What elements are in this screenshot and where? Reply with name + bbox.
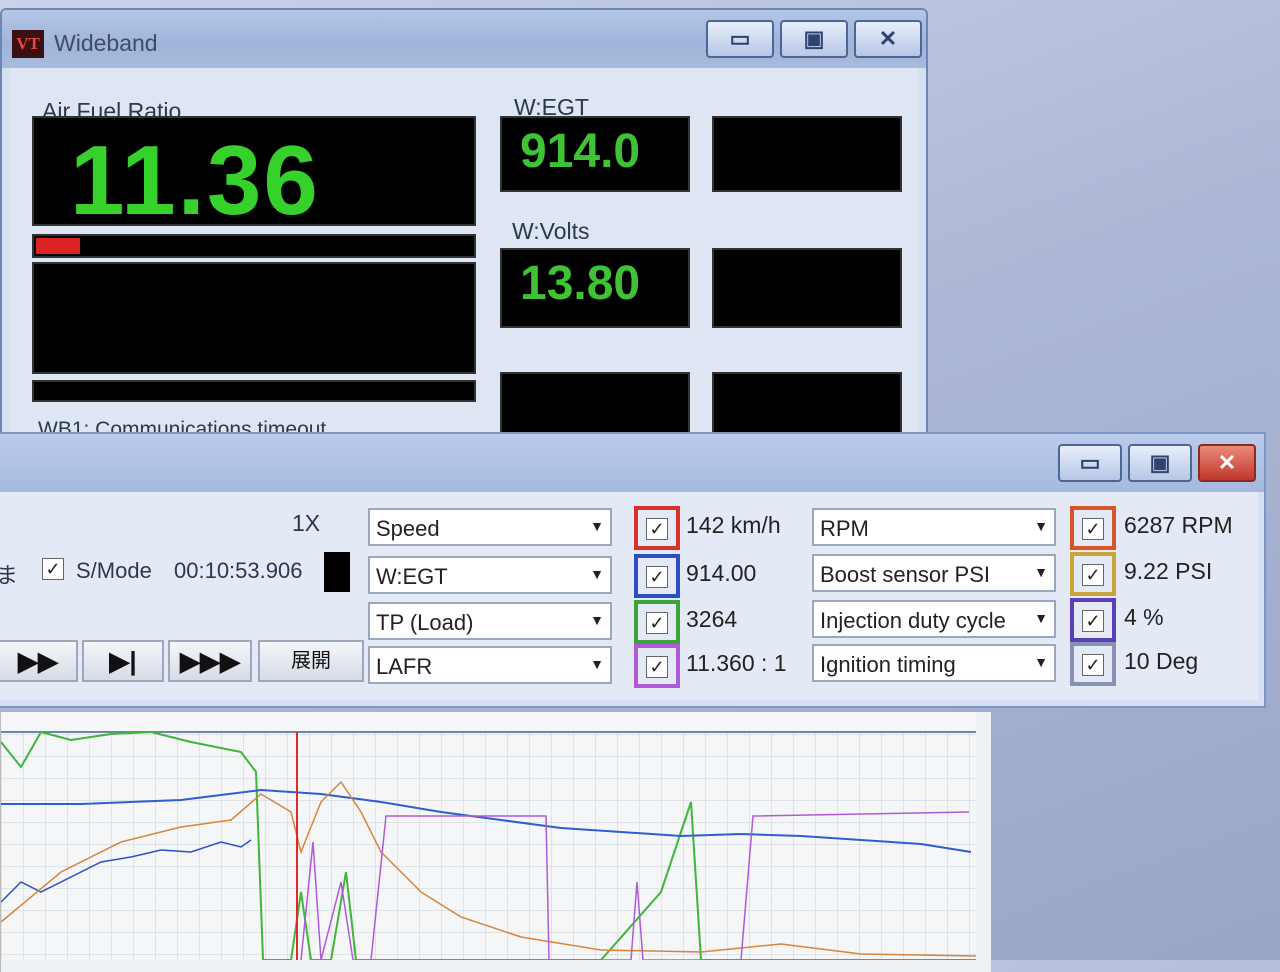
- channel-checkbox[interactable]: ✓: [1082, 654, 1104, 676]
- close-button[interactable]: ✕: [854, 20, 922, 58]
- log-graph[interactable]: [0, 712, 991, 961]
- fast-forward-button[interactable]: ▶▶: [0, 640, 78, 682]
- channel-checkbox[interactable]: ✓: [646, 566, 668, 588]
- wideband-body: Air Fuel Ratio 11.36 WB1: Communications…: [10, 68, 918, 446]
- channel-color-injection: ✓: [1070, 598, 1116, 642]
- channel-checkbox[interactable]: ✓: [1082, 610, 1104, 632]
- channel-value-tp: 3264: [686, 606, 738, 632]
- volts-gauge: 13.80: [500, 248, 690, 328]
- window-title: Wideband: [54, 30, 158, 56]
- afr-value: 11.36: [70, 125, 320, 235]
- dropdown-arrow-icon: ▼: [590, 518, 604, 534]
- channel-value-ignition: 10 Deg: [1124, 648, 1199, 674]
- elapsed-time: 00:10:53.906: [174, 558, 303, 583]
- maximize-button[interactable]: ▣: [1128, 444, 1192, 482]
- minimize-button[interactable]: ▭: [1058, 444, 1122, 482]
- afr-graph-panel: [32, 262, 476, 374]
- channel-select-lafr[interactable]: LAFR ▼: [368, 646, 612, 684]
- egt-gauge: 914.0: [500, 116, 690, 192]
- channel-select-rpm[interactable]: RPM ▼: [812, 508, 1056, 546]
- select-value: TP (Load): [376, 610, 474, 635]
- channel-color-boost: ✓: [1070, 552, 1116, 596]
- channel-value-rpm: 6287 RPM: [1124, 512, 1233, 538]
- afr-strip-panel: [32, 380, 476, 402]
- smode-checkbox[interactable]: ✓: [42, 558, 64, 580]
- channel-color-lafr: ✓: [634, 644, 680, 688]
- channel-checkbox[interactable]: ✓: [646, 518, 668, 540]
- dropdown-arrow-icon: ▼: [1034, 654, 1048, 670]
- playback-speed: 1X: [292, 510, 321, 536]
- smode-label: S/Mode: [76, 558, 152, 583]
- afr-bar: [32, 234, 476, 258]
- channel-select-injection[interactable]: Injection duty cycle ▼: [812, 600, 1056, 638]
- log-graph-panel[interactable]: [0, 712, 991, 972]
- dropdown-arrow-icon: ▼: [1034, 564, 1048, 580]
- wideband-window: VT Wideband ▭ ▣ ✕ Air Fuel Ratio 11.36 W…: [0, 8, 928, 448]
- volts-value: 13.80: [520, 257, 641, 310]
- time-indicator: [324, 552, 350, 592]
- channel-checkbox[interactable]: ✓: [1082, 564, 1104, 586]
- channel-value-boost: 9.22 PSI: [1124, 558, 1213, 584]
- channel-color-egt: ✓: [634, 554, 680, 598]
- step-forward-button[interactable]: ▶|: [82, 640, 164, 682]
- dropdown-arrow-icon: ▼: [590, 612, 604, 628]
- channel-select-ignition[interactable]: Ignition timing ▼: [812, 644, 1056, 682]
- maximize-button[interactable]: ▣: [780, 20, 848, 58]
- channel-select-boost[interactable]: Boost sensor PSI ▼: [812, 554, 1056, 592]
- volts-label: W:Volts: [512, 218, 590, 244]
- channel-color-speed: ✓: [634, 506, 680, 550]
- empty-gauge: [712, 116, 902, 192]
- channel-color-tp: ✓: [634, 600, 680, 644]
- logger-titlebar[interactable]: ▭ ▣ ✕: [0, 434, 1264, 492]
- channel-value-speed: 142 km/h: [686, 512, 781, 538]
- wideband-titlebar[interactable]: VT Wideband ▭ ▣ ✕: [2, 10, 926, 68]
- dropdown-arrow-icon: ▼: [590, 656, 604, 672]
- dropdown-arrow-icon: ▼: [1034, 518, 1048, 534]
- channel-color-rpm: ✓: [1070, 506, 1116, 550]
- afr-display: 11.36: [32, 116, 476, 235]
- afr-bar-fill: [36, 238, 80, 254]
- channel-value-lafr: 11.360 : 1: [686, 650, 787, 676]
- select-value: Injection duty cycle: [820, 608, 1006, 633]
- minimize-button[interactable]: ▭: [706, 20, 774, 58]
- channel-value-injection: 4 %: [1124, 604, 1164, 630]
- logger-window: ▭ ▣ ✕ 1X ま ✓ S/Mode 00:10:53.906 ▶▶ ▶| ▶…: [0, 432, 1266, 708]
- select-value: W:EGT: [376, 564, 448, 589]
- channel-select-speed[interactable]: Speed ▼: [368, 508, 612, 546]
- select-value: LAFR: [376, 654, 433, 679]
- channel-checkbox[interactable]: ✓: [646, 656, 668, 678]
- expand-button[interactable]: 展開: [258, 640, 364, 682]
- channel-value-egt: 914.00: [686, 560, 757, 586]
- logger-body: 1X ま ✓ S/Mode 00:10:53.906 ▶▶ ▶| ▶▶▶ 展開 …: [0, 492, 1258, 700]
- close-button[interactable]: ✕: [1198, 444, 1256, 482]
- channel-select-egt[interactable]: W:EGT ▼: [368, 556, 612, 594]
- select-value: RPM: [820, 516, 869, 541]
- select-value: Ignition timing: [820, 652, 956, 677]
- dropdown-arrow-icon: ▼: [1034, 610, 1048, 626]
- channel-color-ignition: ✓: [1070, 642, 1116, 686]
- empty-gauge: [712, 248, 902, 328]
- channel-select-tp[interactable]: TP (Load) ▼: [368, 602, 612, 640]
- app-logo-icon: VT: [12, 30, 44, 58]
- channel-checkbox[interactable]: ✓: [1082, 518, 1104, 540]
- faster-forward-button[interactable]: ▶▶▶: [168, 640, 252, 682]
- select-value: Speed: [376, 516, 440, 541]
- egt-value: 914.0: [520, 125, 641, 178]
- clipped-label: ま: [0, 563, 19, 588]
- select-value: Boost sensor PSI: [820, 562, 990, 587]
- channel-checkbox[interactable]: ✓: [646, 612, 668, 634]
- dropdown-arrow-icon: ▼: [590, 566, 604, 582]
